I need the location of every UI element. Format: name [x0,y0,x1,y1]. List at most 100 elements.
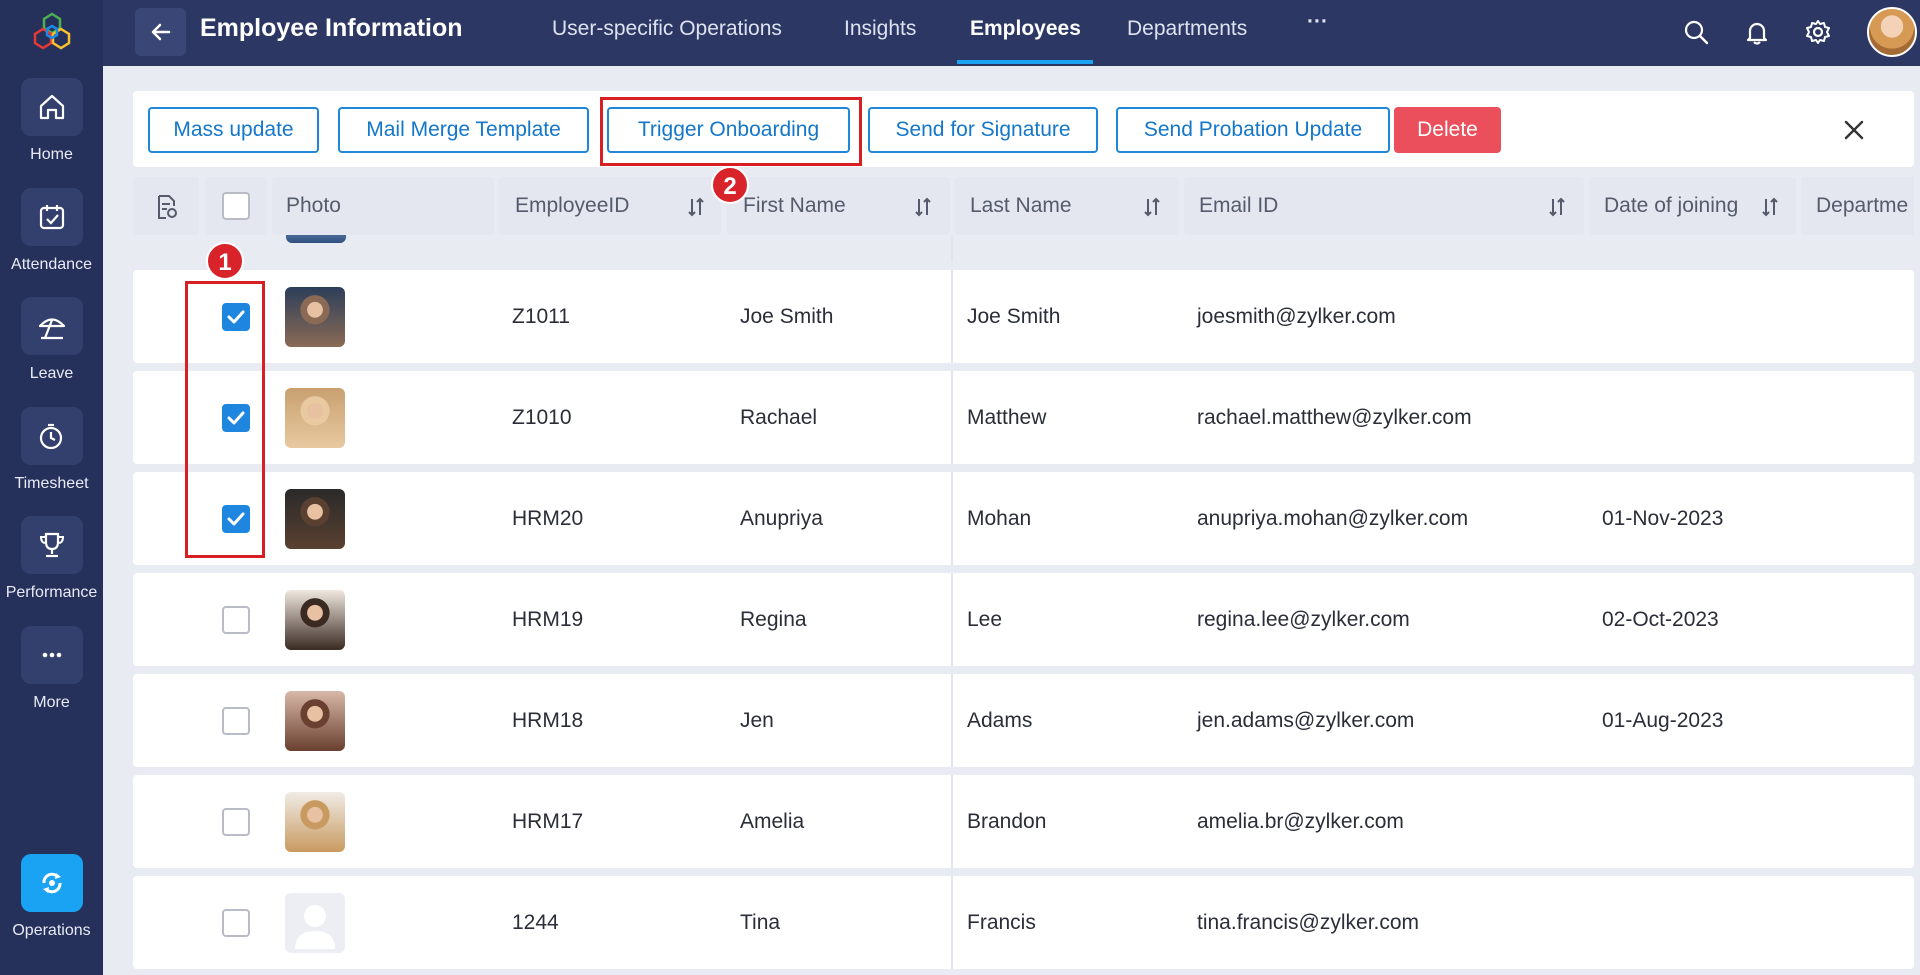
top-navigation-bar: Employee Information User-specific Opera… [103,0,1920,66]
sort-icon[interactable] [1141,195,1163,219]
sidebar-item-more[interactable]: More [0,626,103,712]
date-of-joining-cell: 01-Nov-2023 [1602,507,1724,530]
table-row[interactable]: 1244 Tina Francis tina.francis@zylker.com [133,876,1914,969]
sidebar-item-label: Attendance [11,256,92,273]
sidebar-item-home[interactable]: Home [0,78,103,164]
row-checkbox[interactable] [222,606,250,634]
column-header-label: EmployeeID [515,194,630,217]
employee-id-cell: 1244 [512,911,559,934]
employee-photo [285,893,345,953]
search-icon[interactable] [1678,14,1714,50]
column-divider [951,674,953,767]
sidebar-item-label: Operations [12,922,91,939]
sidebar-item-label: More [33,694,70,711]
row-checkbox[interactable] [222,909,250,937]
back-button[interactable] [135,8,186,56]
highlight-box-checkboxes [185,281,265,558]
table-row[interactable]: Z1010 Rachael Matthew rachael.matthew@zylke… [133,371,1914,464]
send-probation-update-button[interactable]: Send Probation Update [1116,107,1390,153]
mass-update-button[interactable]: Mass update [148,107,319,153]
column-settings-button[interactable] [133,177,199,235]
column-header-department[interactable]: Departme [1801,177,1914,235]
sort-icon[interactable] [1546,195,1568,219]
tab-user-specific-operations[interactable]: User-specific Operations [552,17,782,41]
employee-id-cell: Z1010 [512,406,572,429]
gear-icon[interactable] [1800,14,1836,50]
user-avatar[interactable] [1867,7,1917,57]
column-header-first-name[interactable]: First Name [727,177,950,235]
last-name-cell: Adams [967,709,1033,732]
column-header-employeeid[interactable]: EmployeeID [499,177,721,235]
first-name-cell: Amelia [740,810,805,833]
employee-photo [285,489,345,549]
last-name-cell: Joe Smith [967,305,1061,328]
table-row[interactable]: HRM17 Amelia Brandon amelia.br@zylker.com [133,775,1914,868]
more-tabs-button[interactable]: ··· [1307,10,1328,34]
sidebar-item-operations[interactable]: Operations [0,854,103,940]
table-row[interactable]: HRM20 Anupriya Mohan anupriya.mohan@zylker.… [133,472,1914,565]
email-cell: joesmith@zylker.com [1197,305,1396,328]
sidebar-item-timesheet[interactable]: Timesheet [0,407,103,493]
employee-photo [285,388,345,448]
column-header-last-name[interactable]: Last Name [955,177,1179,235]
column-header-label: Date of joining [1604,194,1739,217]
first-name-cell: Jen [740,709,774,732]
tab-departments[interactable]: Departments [1127,17,1247,41]
last-name-cell: Lee [967,608,1003,631]
last-name-cell: Matthew [967,406,1047,429]
email-cell: tina.francis@zylker.com [1197,911,1420,934]
tab-employees[interactable]: Employees [970,17,1081,41]
email-cell: rachael.matthew@zylker.com [1197,406,1472,429]
table-row[interactable]: HRM19 Regina Lee regina.lee@zylker.com 02-Oc… [133,573,1914,666]
column-divider [951,472,953,565]
table-row[interactable]: HRM18 Jen Adams jen.adams@zylker.com 01-Aug-… [133,674,1914,767]
default-avatar-icon [295,905,335,949]
column-settings-icon [158,195,177,219]
sidebar-item-attendance[interactable]: Attendance [0,188,103,274]
arrow-left-icon [151,23,170,41]
sidebar-item-performance[interactable]: Performance [0,516,103,602]
first-name-cell: Rachael [740,406,818,429]
column-header-label: Email ID [1199,194,1279,217]
sidebar-item-label: Timesheet [14,475,89,492]
sidebar-item-leave[interactable]: Leave [0,297,103,383]
sidebar-item-label: Leave [29,365,74,382]
column-divider [951,371,953,464]
app-logo-icon[interactable] [33,12,71,50]
email-cell: regina.lee@zylker.com [1197,608,1410,631]
employee-photo-partial [286,235,346,243]
first-name-cell: Regina [740,608,807,631]
column-divider [951,270,953,363]
employee-photo [285,287,345,347]
page-title: Employee Information [200,14,463,42]
column-header-label: Last Name [970,194,1072,217]
operations-icon [20,854,83,912]
column-divider [951,775,953,868]
sort-icon[interactable] [912,195,934,219]
table-row[interactable]: Z1011 Joe Smith Joe Smith joesmith@zylker.c… [133,270,1914,363]
delete-button[interactable]: Delete [1394,107,1501,153]
column-header-email-id[interactable]: Email ID [1184,177,1584,235]
step-badge-1: 1 [206,242,244,280]
column-header-label: First Name [743,194,846,217]
date-of-joining-cell: 02-Oct-2023 [1602,608,1719,631]
send-for-signature-button[interactable]: Send for Signature [868,107,1098,153]
sort-icon[interactable] [1759,195,1781,219]
bell-icon[interactable] [1739,14,1775,50]
email-cell: anupriya.mohan@zylker.com [1197,507,1469,530]
tab-insights[interactable]: Insights [844,17,916,41]
sort-icon[interactable] [685,195,707,219]
row-checkbox[interactable] [222,808,250,836]
employee-id-cell: HRM17 [512,810,584,833]
close-icon[interactable] [1840,116,1868,144]
date-of-joining-cell: 01-Aug-2023 [1602,709,1724,732]
last-name-cell: Brandon [967,810,1047,833]
employee-id-cell: HRM18 [512,709,584,732]
column-divider [951,573,953,666]
row-checkbox[interactable] [222,707,250,735]
email-cell: jen.adams@zylker.com [1197,709,1415,732]
mail-merge-template-button[interactable]: Mail Merge Template [338,107,589,153]
select-all-checkbox[interactable] [222,192,250,220]
column-header-date-of-joining[interactable]: Date of joining [1589,177,1796,235]
employee-photo [285,792,345,852]
